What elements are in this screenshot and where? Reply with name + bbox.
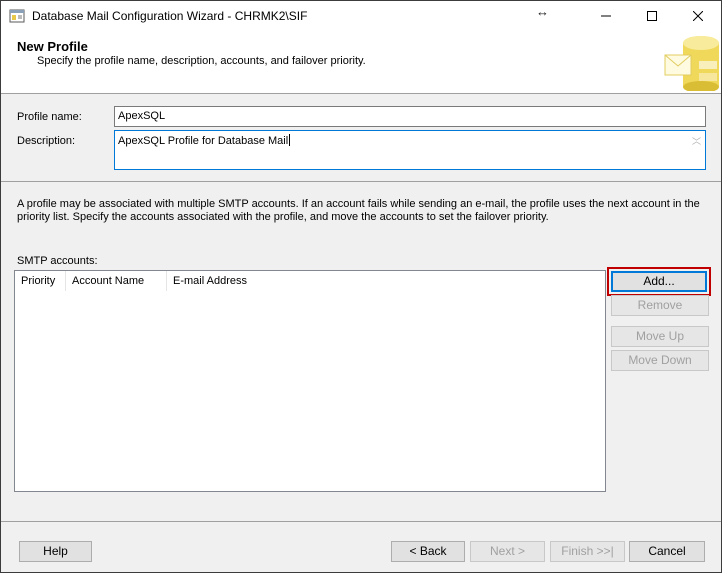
text-caret xyxy=(289,134,291,146)
maximize-icon xyxy=(647,11,657,21)
column-header-priority[interactable]: Priority xyxy=(15,271,66,291)
profile-name-label: Profile name: xyxy=(17,111,82,123)
back-button[interactable]: < Back xyxy=(391,541,465,562)
footer-divider xyxy=(1,521,721,522)
description-label: Description: xyxy=(17,135,76,147)
smtp-accounts-list[interactable]: Priority Account Name E-mail Address xyxy=(14,270,606,492)
remove-button[interactable]: Remove xyxy=(611,295,709,316)
info-text: A profile may be associated with multipl… xyxy=(17,198,700,223)
app-icon xyxy=(9,9,25,23)
next-button[interactable]: Next > xyxy=(470,541,545,562)
database-mail-icon xyxy=(664,36,719,91)
profile-name-input[interactable]: ApexSQL xyxy=(114,106,706,127)
page-title: New Profile xyxy=(17,39,88,54)
description-text-wrap: ApexSQL Profile for Database Mail xyxy=(118,134,291,147)
page-subtitle: Specify the profile name, description, a… xyxy=(37,55,366,67)
minimize-icon xyxy=(601,15,611,17)
description-textarea[interactable]: ApexSQL Profile for Database Mail ︿ ﹀ xyxy=(114,130,706,170)
resize-arrows-icon: ↔ xyxy=(536,4,549,19)
profile-name-value: ApexSQL xyxy=(118,110,166,122)
divider xyxy=(1,181,721,182)
finish-button[interactable]: Finish >>| xyxy=(550,541,625,562)
move-down-button[interactable]: Move Down xyxy=(611,350,709,371)
add-button-highlight xyxy=(607,267,711,296)
description-value: ApexSQL Profile for Database Mail xyxy=(118,135,289,147)
move-up-button[interactable]: Move Up xyxy=(611,326,709,347)
minimize-button[interactable] xyxy=(583,1,629,31)
wizard-header: New Profile Specify the profile name, de… xyxy=(1,31,721,94)
window-title: Database Mail Configuration Wizard - CHR… xyxy=(32,9,308,23)
title-bar[interactable]: Database Mail Configuration Wizard - CHR… xyxy=(1,1,721,31)
cancel-button[interactable]: Cancel xyxy=(629,541,705,562)
description-scrollbar[interactable]: ︿ ﹀ xyxy=(688,132,704,168)
column-header-email-address[interactable]: E-mail Address xyxy=(167,271,367,291)
column-header-account-name[interactable]: Account Name xyxy=(66,271,167,291)
close-button[interactable] xyxy=(675,1,721,31)
list-header: Priority Account Name E-mail Address xyxy=(15,271,605,291)
scroll-down-icon: ﹀ xyxy=(692,137,702,147)
maximize-button[interactable] xyxy=(629,1,675,31)
wizard-window: Database Mail Configuration Wizard - CHR… xyxy=(0,0,722,573)
help-button[interactable]: Help xyxy=(19,541,92,562)
smtp-accounts-label: SMTP accounts: xyxy=(17,255,98,267)
close-icon xyxy=(693,11,703,21)
